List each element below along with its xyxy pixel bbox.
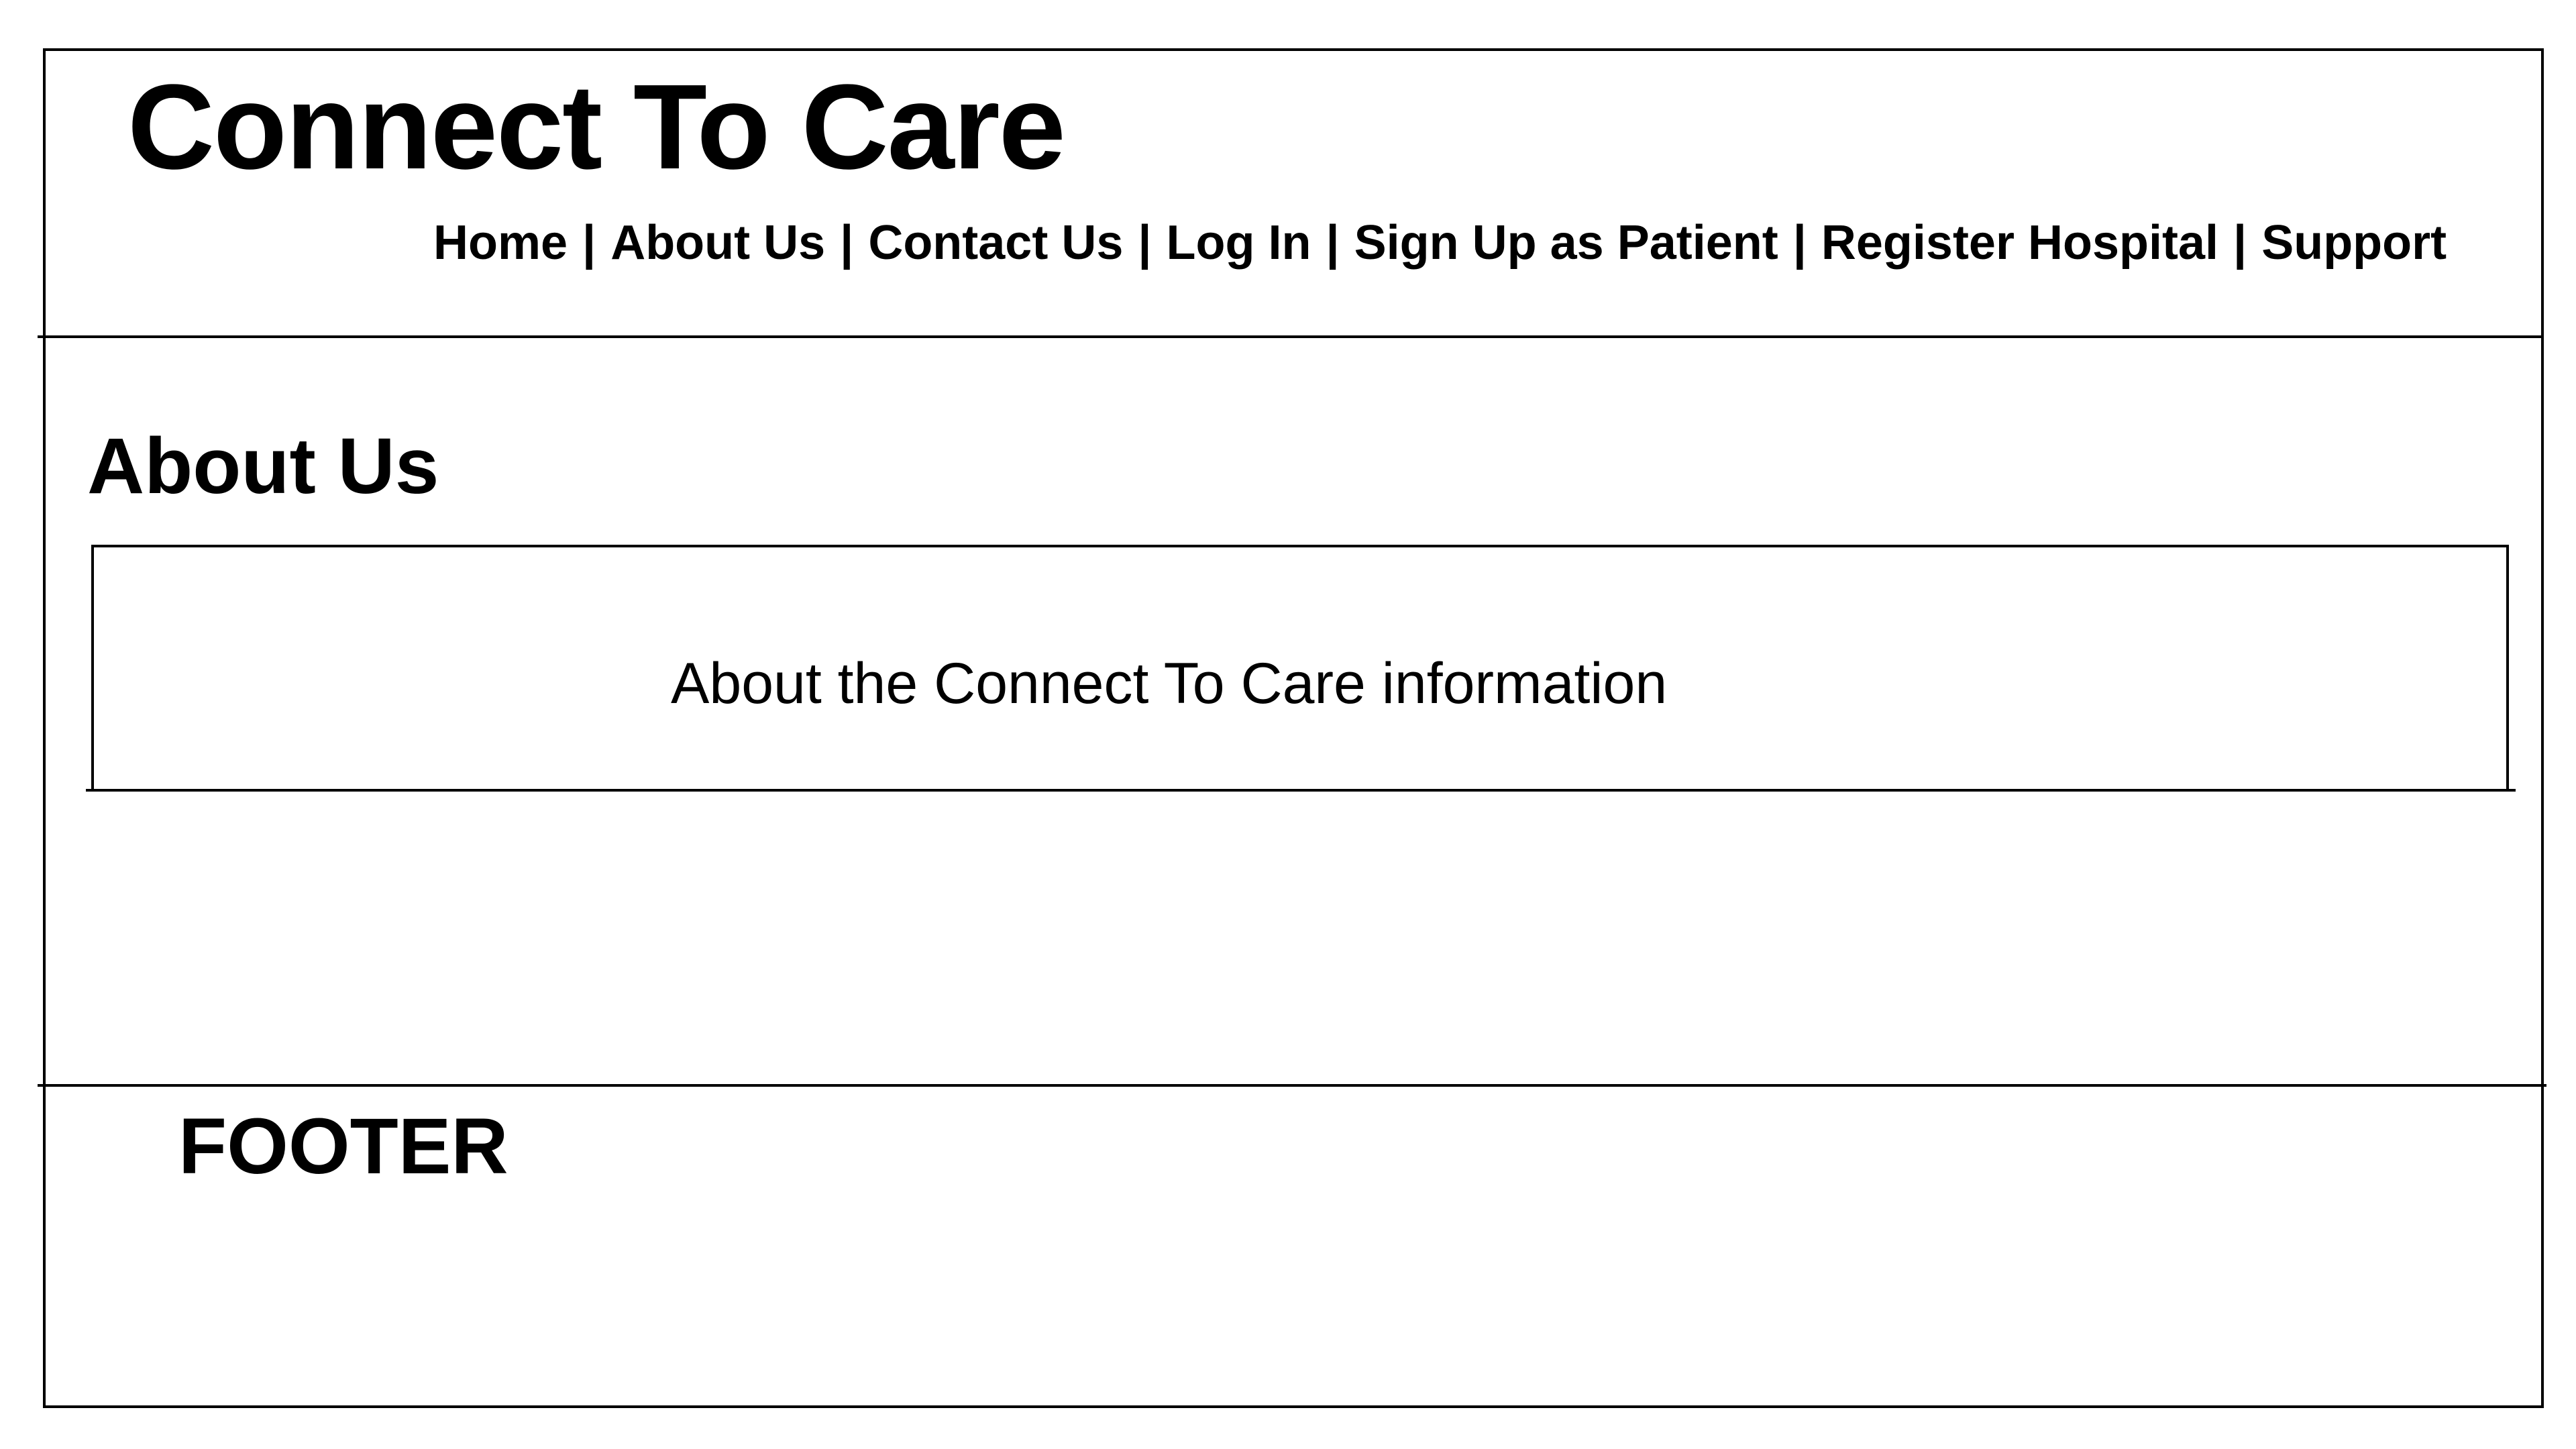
about-info-box: About the Connect To Care information bbox=[91, 545, 2509, 792]
nav-link-contact-us[interactable]: Contact Us bbox=[868, 219, 1123, 267]
nav-separator: | bbox=[2233, 216, 2247, 270]
about-info-text: About the Connect To Care information bbox=[671, 651, 1668, 716]
main-nav: Home | About Us | Contact Us | Log In | … bbox=[433, 219, 2447, 267]
header-divider bbox=[38, 335, 2541, 338]
info-box-underline bbox=[86, 789, 2516, 792]
footer-divider bbox=[38, 1084, 2546, 1087]
nav-separator: | bbox=[1138, 216, 1152, 270]
footer-label: FOOTER bbox=[178, 1102, 508, 1191]
nav-separator: | bbox=[1792, 216, 1807, 270]
page: Connect To Care Home | About Us | Contac… bbox=[0, 0, 2576, 1449]
nav-link-sign-up-patient[interactable]: Sign Up as Patient bbox=[1354, 219, 1778, 267]
nav-link-home[interactable]: Home bbox=[433, 219, 568, 267]
nav-link-log-in[interactable]: Log In bbox=[1167, 219, 1311, 267]
nav-link-about-us[interactable]: About Us bbox=[610, 219, 825, 267]
nav-separator: | bbox=[840, 216, 854, 270]
nav-separator: | bbox=[1326, 216, 1340, 270]
nav-link-support[interactable]: Support bbox=[2261, 219, 2447, 267]
nav-separator: | bbox=[582, 216, 596, 270]
nav-link-register-hospital[interactable]: Register Hospital bbox=[1821, 219, 2218, 267]
page-title: About Us bbox=[87, 422, 439, 511]
site-logo[interactable]: Connect To Care bbox=[127, 67, 1066, 188]
